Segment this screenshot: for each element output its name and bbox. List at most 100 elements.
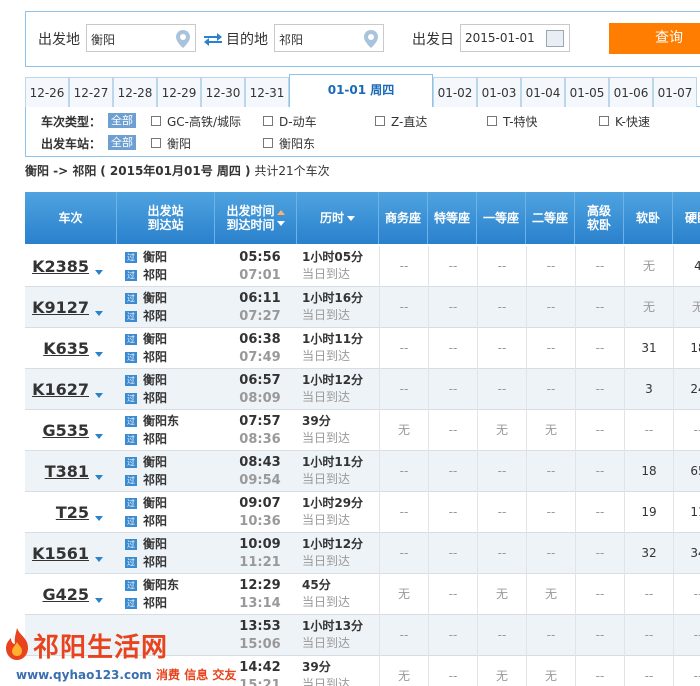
expand-arrow-icon[interactable]: [95, 352, 103, 357]
train-number[interactable]: G535: [25, 410, 117, 451]
calendar-icon[interactable]: [546, 30, 564, 47]
date-tab[interactable]: 12-27: [69, 77, 113, 107]
seat-availability: 无: [477, 656, 526, 686]
train-number[interactable]: G425: [25, 574, 117, 615]
date-tab-active[interactable]: 01-01 周四: [289, 74, 433, 108]
date-tab[interactable]: 01-04: [521, 77, 565, 107]
date-tab[interactable]: 12-28: [113, 77, 157, 107]
expand-arrow-icon[interactable]: [95, 270, 103, 275]
filter-type-gc: GC-高铁/城际: [167, 115, 242, 129]
arrival-time: 13:14: [239, 596, 281, 611]
seat-availability: --: [428, 533, 477, 574]
swap-icon[interactable]: [204, 32, 222, 46]
header-adv-soft: 高级 软卧: [575, 192, 624, 244]
date-tab[interactable]: 12-29: [157, 77, 201, 107]
seat-availability: --: [624, 574, 673, 615]
filter-checkbox[interactable]: [151, 138, 161, 148]
table-row: K2385 过衡阳过祁阳 05:56 07:01 1小时05分 当日到达 -- -- -- -- -…: [25, 246, 700, 287]
seat-availability: --: [428, 369, 477, 410]
station-all[interactable]: 全部: [108, 135, 136, 150]
seat-availability: --: [477, 246, 526, 287]
train-number[interactable]: K9127: [25, 287, 117, 328]
seat-availability: --: [575, 287, 624, 328]
seat-availability: 32: [624, 533, 673, 574]
date-tab[interactable]: 01-07: [653, 77, 697, 107]
arrival-time: 10:36: [239, 514, 281, 529]
expand-arrow-icon[interactable]: [95, 311, 103, 316]
date-tab[interactable]: 01-06: [609, 77, 653, 107]
train-number[interactable]: K2385: [25, 246, 117, 287]
train-number[interactable]: K635: [25, 328, 117, 369]
pass-icon: 过: [125, 539, 137, 550]
seat-availability: --: [624, 615, 673, 656]
location-pin-icon: [364, 30, 378, 48]
seat-availability: --: [575, 246, 624, 287]
pass-icon: 过: [125, 270, 137, 281]
seat-availability: 4: [673, 246, 700, 287]
date-tab[interactable]: 12-31: [245, 77, 289, 107]
date-tab[interactable]: 01-03: [477, 77, 521, 107]
to-input[interactable]: 祁阳: [274, 24, 384, 52]
seat-availability: --: [379, 533, 428, 574]
filter-checkbox[interactable]: [151, 116, 161, 126]
duration: 45分 当日到达: [302, 578, 351, 609]
seat-availability: --: [379, 451, 428, 492]
date-tab[interactable]: 12-30: [201, 77, 245, 107]
pass-icon: 过: [125, 557, 137, 568]
table-row: K1561 过衡阳过祁阳 10:09 11:21 1小时12分 当日到达 -- -- -- -- -…: [25, 533, 700, 574]
header-train[interactable]: 车次: [25, 192, 117, 244]
filter-checkbox[interactable]: [599, 116, 609, 126]
from-value: 衡阳: [91, 33, 116, 47]
train-number[interactable]: K1561: [25, 533, 117, 574]
departure-time: 05:56: [239, 250, 281, 265]
train-number[interactable]: T381: [25, 451, 117, 492]
date-tab[interactable]: 12-26: [25, 77, 69, 107]
expand-arrow-icon[interactable]: [95, 557, 103, 562]
header-time-sort[interactable]: 出发时间 到达时间: [215, 192, 297, 244]
train-number[interactable]: K1627: [25, 369, 117, 410]
filter-station-hengyang: 衡阳: [167, 137, 192, 151]
query-button[interactable]: 查询: [609, 23, 700, 54]
departure-time: 10:09: [239, 537, 281, 552]
seat-availability: --: [477, 328, 526, 369]
departure-time: 12:29: [239, 578, 281, 593]
pass-icon: 过: [125, 516, 137, 527]
seat-availability: --: [575, 574, 624, 615]
header-duration[interactable]: 历时: [297, 192, 379, 244]
pass-icon: 过: [125, 393, 137, 404]
seat-availability: --: [575, 656, 624, 686]
seat-availability: --: [477, 533, 526, 574]
filter-checkbox[interactable]: [487, 116, 497, 126]
pass-icon: 过: [125, 252, 137, 263]
expand-arrow-icon[interactable]: [95, 393, 103, 398]
sort-down-icon: [347, 215, 355, 221]
seat-availability: --: [526, 615, 575, 656]
pass-icon: 过: [125, 434, 137, 445]
filter-checkbox[interactable]: [263, 116, 273, 126]
seat-availability: --: [575, 615, 624, 656]
expand-arrow-icon[interactable]: [95, 598, 103, 603]
duration: 1小时13分 当日到达: [302, 619, 364, 650]
seat-availability: --: [477, 492, 526, 533]
seat-availability: --: [673, 574, 700, 615]
filter-panel: 车次类型： 全部 GC-高铁/城际 D-动车 Z-直达 T-特快 K-快速 出发…: [25, 107, 700, 157]
summary-route: 衡阳 -> 祁阳: [25, 164, 97, 178]
date-input[interactable]: 2015-01-01: [460, 24, 570, 52]
date-tab[interactable]: 01-05: [565, 77, 609, 107]
expand-arrow-icon[interactable]: [95, 475, 103, 480]
filter-checkbox[interactable]: [375, 116, 385, 126]
from-input[interactable]: 衡阳: [86, 24, 196, 52]
date-tab[interactable]: 01-02: [433, 77, 477, 107]
train-type-all[interactable]: 全部: [108, 113, 136, 128]
train-number[interactable]: T25: [25, 492, 117, 533]
filter-checkbox[interactable]: [263, 138, 273, 148]
seat-availability: --: [575, 328, 624, 369]
seat-availability: 无: [477, 410, 526, 451]
expand-arrow-icon[interactable]: [95, 434, 103, 439]
header-second: 二等座: [526, 192, 575, 244]
seat-availability: --: [428, 410, 477, 451]
seat-availability: --: [379, 615, 428, 656]
expand-arrow-icon[interactable]: [95, 516, 103, 521]
duration: 1小时12分 当日到达: [302, 537, 364, 568]
arrival-time: 15:06: [239, 637, 281, 652]
